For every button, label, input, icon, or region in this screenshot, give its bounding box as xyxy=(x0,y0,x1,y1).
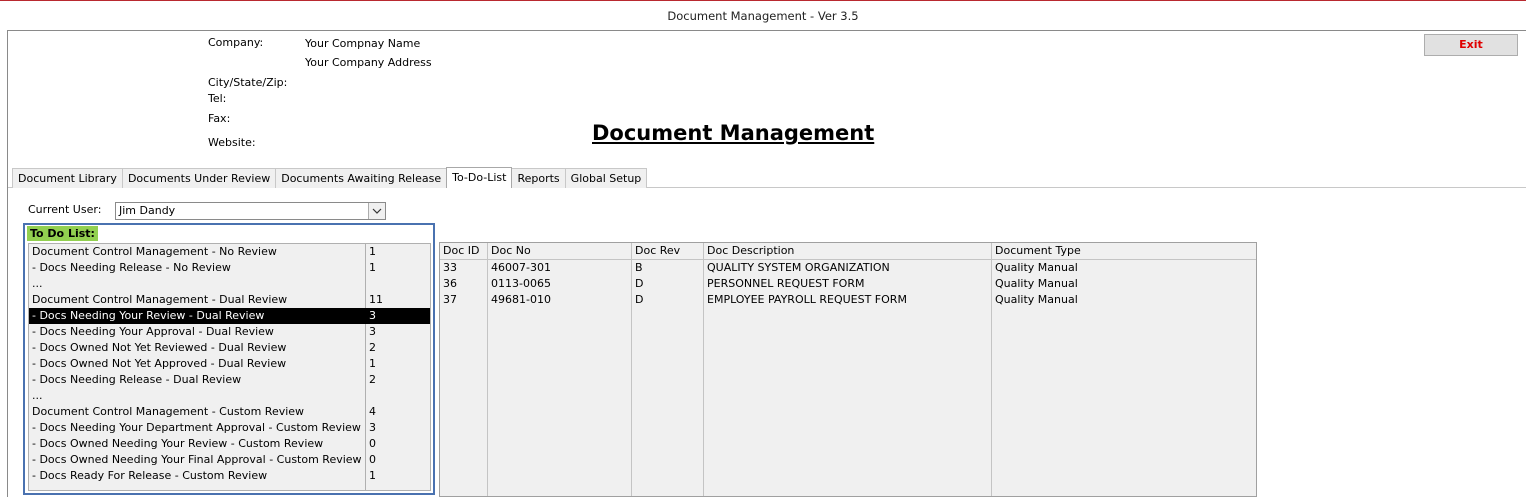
grid-column-header[interactable]: Doc Rev xyxy=(635,243,680,259)
todo-list-item[interactable]: Document Control Management - Custom Rev… xyxy=(29,404,430,420)
grid-cell: 0113-0065 xyxy=(491,277,551,290)
todo-item-label: - Docs Owned Needing Your Review - Custo… xyxy=(32,437,324,450)
grid-cell: 36 xyxy=(443,277,457,290)
table-row[interactable]: 33 46007-301 B QUALITY SYSTEM ORGANIZATION Q… xyxy=(440,260,1256,276)
website-label: Website: xyxy=(208,136,256,149)
todo-list-item[interactable]: - Docs Needing Release - No Review 1 xyxy=(29,260,430,276)
grid-cell: EMPLOYEE PAYROLL REQUEST FORM xyxy=(707,293,907,306)
todo-item-label: - Docs Owned Needing Your Final Approval… xyxy=(32,453,362,466)
exit-button[interactable]: Exit xyxy=(1424,34,1518,56)
todo-list-item[interactable]: - Docs Needing Your Approval - Dual Revi… xyxy=(29,324,430,340)
table-row[interactable]: 36 0113-0065 D PERSONNEL REQUEST FORM Qualit… xyxy=(440,276,1256,292)
grid-cell: 49681-010 xyxy=(491,293,551,306)
grid-column-header[interactable]: Doc No xyxy=(491,243,531,259)
todo-list-item[interactable]: ... xyxy=(29,388,430,404)
todo-item-count: 2 xyxy=(369,373,376,386)
page-title: Document Management xyxy=(592,121,875,145)
todo-item-count: 3 xyxy=(369,421,376,434)
grid-cell: 46007-301 xyxy=(491,261,551,274)
grid-cell: D xyxy=(635,277,644,290)
todo-list-item[interactable]: - Docs Ready For Release - Custom Review… xyxy=(29,468,430,484)
todo-item-label: - Docs Owned Not Yet Approved - Dual Rev… xyxy=(32,357,287,370)
todo-panel: To Do List: Document Control Management … xyxy=(23,223,435,495)
current-user-select[interactable]: Jim Dandy xyxy=(115,202,386,220)
todo-item-label: ... xyxy=(32,389,43,402)
grid-cell: PERSONNEL REQUEST FORM xyxy=(707,277,865,290)
todo-item-count: 3 xyxy=(369,309,376,322)
tab-strip: Document Library Documents Under Review … xyxy=(12,167,648,188)
todo-item-count: 4 xyxy=(369,405,376,418)
tab-global-setup[interactable]: Global Setup xyxy=(564,168,648,188)
tab-to-do-list[interactable]: To-Do-List xyxy=(446,167,513,188)
todo-item-count: 0 xyxy=(369,437,376,450)
todo-item-label: - Docs Needing Release - No Review xyxy=(32,261,231,274)
todo-item-label: Document Control Management - Custom Rev… xyxy=(32,405,305,418)
tel-label: Tel: xyxy=(208,92,227,105)
todo-list-item[interactable]: Document Control Management - Dual Revie… xyxy=(29,292,430,308)
todo-item-label: ... xyxy=(32,277,43,290)
current-user-value: Jim Dandy xyxy=(119,204,176,217)
todo-item-label: - Docs Owned Not Yet Reviewed - Dual Rev… xyxy=(32,341,287,354)
grid-cell: QUALITY SYSTEM ORGANIZATION xyxy=(707,261,890,274)
grid-cell: Quality Manual xyxy=(995,261,1078,274)
todo-list[interactable]: Document Control Management - No Review 1… xyxy=(28,243,431,491)
todo-list-item[interactable]: - Docs Owned Not Yet Reviewed - Dual Rev… xyxy=(29,340,430,356)
todo-list-item[interactable]: - Docs Owned Needing Your Final Approval… xyxy=(29,452,430,468)
todo-item-count: 1 xyxy=(369,245,376,258)
table-row[interactable]: 37 49681-010 D EMPLOYEE PAYROLL REQUEST FOR… xyxy=(440,292,1256,308)
todo-list-item[interactable]: - Docs Owned Needing Your Review - Custo… xyxy=(29,436,430,452)
todo-list-item[interactable]: - Docs Needing Release - Dual Review 2 xyxy=(29,372,430,388)
todo-header: To Do List: xyxy=(27,226,98,241)
grid-column-header[interactable]: Document Type xyxy=(995,243,1081,259)
window-title: Document Management - Ver 3.5 xyxy=(667,9,859,23)
grid-cell: 33 xyxy=(443,261,457,274)
todo-item-count: 0 xyxy=(369,453,376,466)
tab-documents-under-review[interactable]: Documents Under Review xyxy=(121,168,277,188)
grid-cell: B xyxy=(635,261,643,274)
documents-grid[interactable]: Doc ID Doc No Doc Rev Doc Description Docume… xyxy=(439,242,1257,497)
todo-list-item[interactable]: - Docs Owned Not Yet Approved - Dual Rev… xyxy=(29,356,430,372)
todo-item-label: - Docs Needing Your Review - Dual Review xyxy=(32,309,265,322)
grid-cell: 37 xyxy=(443,293,457,306)
todo-item-label: - Docs Needing Release - Dual Review xyxy=(32,373,242,386)
todo-item-count: 2 xyxy=(369,341,376,354)
fax-label: Fax: xyxy=(208,112,231,125)
todo-item-count: 1 xyxy=(369,469,376,482)
city-state-zip-label: City/State/Zip: xyxy=(208,76,288,89)
grid-cell: Quality Manual xyxy=(995,277,1078,290)
todo-item-label: - Docs Needing Your Approval - Dual Revi… xyxy=(32,325,274,338)
todo-item-count: 1 xyxy=(369,357,376,370)
todo-list-item[interactable]: ... xyxy=(29,276,430,292)
todo-list-item[interactable]: - Docs Needing Your Department Approval … xyxy=(29,420,430,436)
chevron-down-icon[interactable] xyxy=(368,203,385,219)
todo-item-count: 1 xyxy=(369,261,376,274)
tab-document-library[interactable]: Document Library xyxy=(12,168,123,188)
todo-item-label: Document Control Management - Dual Revie… xyxy=(32,293,288,306)
current-user-label: Current User: xyxy=(28,203,102,216)
company-label: Company: xyxy=(208,36,264,49)
todo-item-count: 11 xyxy=(369,293,383,306)
grid-header-row: Doc ID Doc No Doc Rev Doc Description Docume… xyxy=(440,243,1256,260)
tab-documents-awaiting-release[interactable]: Documents Awaiting Release xyxy=(275,168,448,188)
todo-list-item[interactable]: Document Control Management - No Review 1 xyxy=(29,244,430,260)
window-title-bar: Document Management - Ver 3.5 xyxy=(0,0,1526,30)
grid-cell: Quality Manual xyxy=(995,293,1078,306)
todo-item-label: - Docs Needing Your Department Approval … xyxy=(32,421,361,434)
grid-column-header[interactable]: Doc ID xyxy=(443,243,479,259)
tab-reports[interactable]: Reports xyxy=(511,168,566,188)
grid-column-header[interactable]: Doc Description xyxy=(707,243,794,259)
todo-list-item[interactable]: - Docs Needing Your Review - Dual Review… xyxy=(29,308,430,324)
todo-item-label: Document Control Management - No Review xyxy=(32,245,277,258)
company-address: Your Company Address xyxy=(305,56,432,69)
grid-cell: D xyxy=(635,293,644,306)
todo-item-label: - Docs Ready For Release - Custom Review xyxy=(32,469,268,482)
company-name: Your Compnay Name xyxy=(305,37,421,50)
todo-item-count: 3 xyxy=(369,325,376,338)
